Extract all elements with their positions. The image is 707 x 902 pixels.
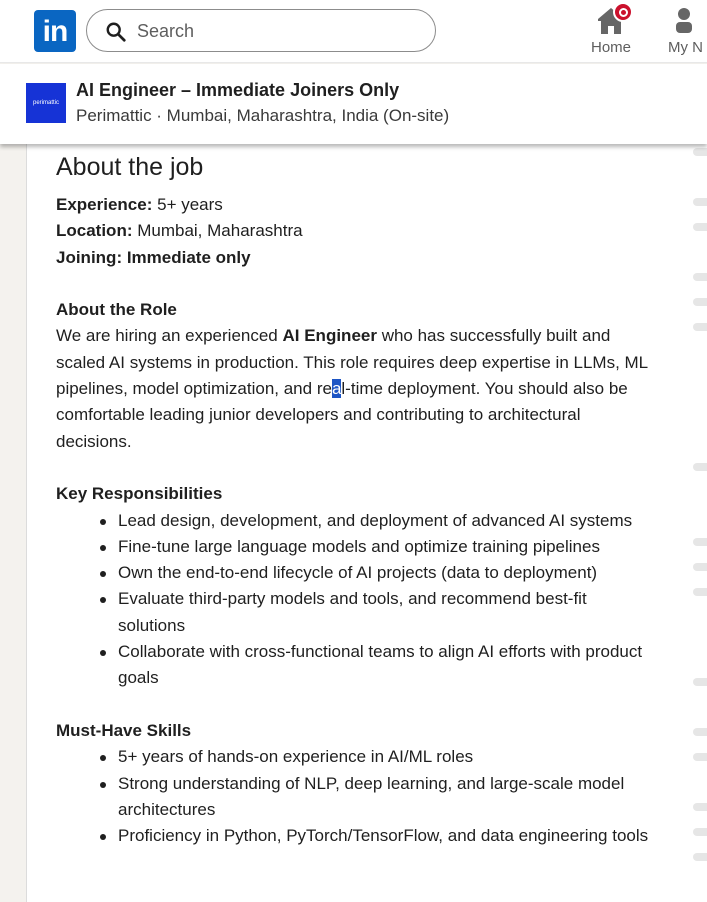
list-item: 5+ years of hands-on experience in AI/ML… [100, 744, 656, 770]
list-item: Proficiency in Python, PyTorch/TensorFlo… [100, 823, 656, 849]
list-item: Own the end-to-end lifecycle of AI proje… [100, 560, 656, 586]
experience-line: Experience: 5+ years [56, 192, 656, 218]
company-logo[interactable]: perimattic [26, 83, 66, 123]
people-icon [676, 8, 692, 33]
list-item: Collaborate with cross-functional teams … [100, 639, 656, 692]
text-selection: a [331, 379, 342, 399]
about-job-heading: About the job [56, 153, 204, 181]
linkedin-logo[interactable]: in [34, 10, 76, 52]
nav-my-network-label: My N [668, 39, 703, 56]
nav-home-label: Home [590, 39, 631, 56]
job-description-card: About the job Experience: 5+ years Locat… [26, 144, 688, 902]
top-nav: in Home My N [0, 0, 707, 63]
list-item: Lead design, development, and deployment… [100, 508, 656, 534]
nav-home[interactable]: Home [583, 2, 639, 60]
skills-list: 5+ years of hands-on experience in AI/ML… [100, 744, 656, 849]
skills-heading: Must-Have Skills [56, 720, 192, 740]
search-input[interactable] [137, 18, 417, 44]
experience-value: 5+ years [152, 195, 223, 214]
joining-line: Joining: Immediate only [56, 245, 656, 271]
location-line: Location: Mumbai, Maharashtra [56, 218, 656, 244]
left-gutter [0, 144, 26, 902]
role-heading: About the Role [56, 300, 177, 320]
ai-engineer-bold: AI Engineer [282, 326, 377, 346]
responsibilities-heading: Key Responsibilities [56, 484, 223, 504]
list-item: Fine-tune large language models and opti… [100, 534, 656, 560]
role-description: We are hiring an experienced AI Engineer… [56, 326, 648, 451]
job-company-location: Perimattic · Mumbai, Maharashtra, India … [76, 106, 450, 125]
joining-text: Joining: Immediate only [56, 247, 251, 267]
experience-label: Experience: [56, 195, 153, 214]
nav-my-network[interactable]: My N [668, 4, 707, 60]
job-title: AI Engineer – Immediate Joiners Only [76, 80, 400, 100]
responsibilities-list: Lead design, development, and deployment… [100, 508, 656, 692]
job-header: perimattic AI Engineer – Immediate Joine… [0, 64, 707, 144]
location-label: Location: [56, 221, 133, 241]
list-item: Strong understanding of NLP, deep learni… [100, 771, 656, 824]
list-item: Evaluate third-party models and tools, a… [100, 586, 656, 639]
location-value: Mumbai, Maharashtra [132, 221, 303, 241]
search-icon [106, 22, 126, 42]
notification-badge [613, 2, 633, 22]
search-bar[interactable] [86, 9, 436, 52]
right-rail-placeholder [688, 144, 707, 902]
